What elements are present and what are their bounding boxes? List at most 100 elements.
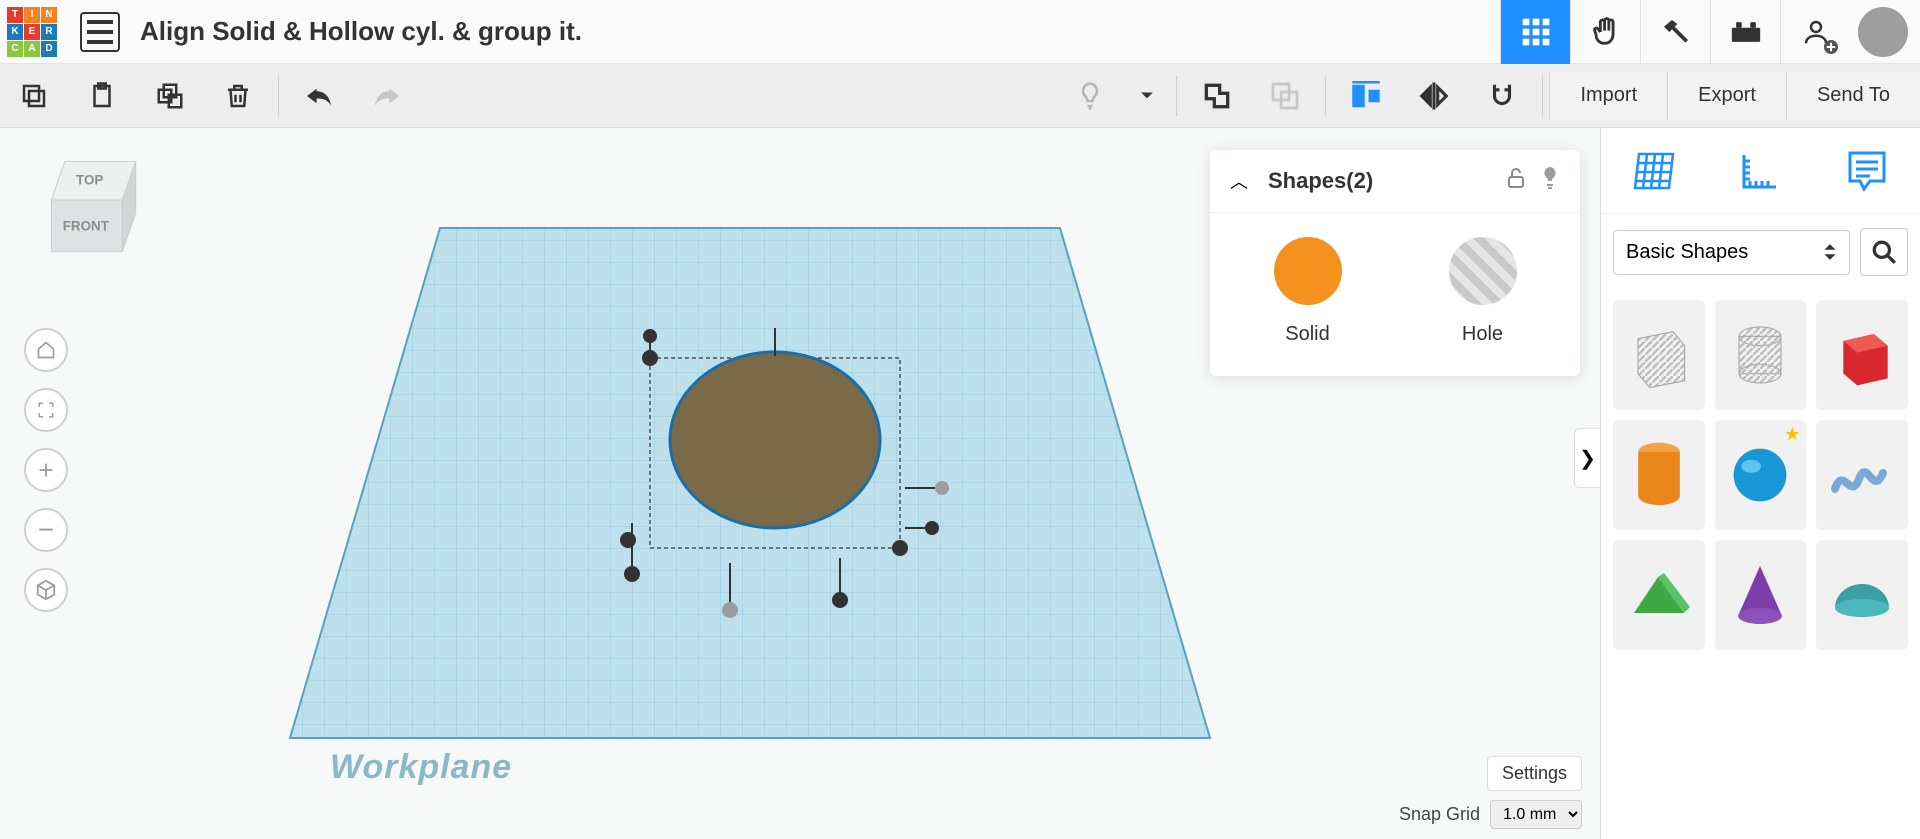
grid-icon — [1520, 16, 1552, 48]
shape-scribble[interactable] — [1816, 420, 1908, 530]
sidebar-tool-tabs — [1601, 128, 1920, 214]
workplane[interactable]: Workplane — [280, 218, 1220, 758]
align-icon — [1352, 81, 1380, 111]
snap-grid-label: Snap Grid — [1399, 804, 1480, 825]
ungroup-button[interactable] — [1257, 68, 1313, 124]
shape-cylinder[interactable] — [1613, 420, 1705, 530]
gestures-button[interactable] — [1570, 0, 1640, 64]
snap-grid-select[interactable]: 1.0 mm — [1490, 800, 1582, 829]
zoom-in-button[interactable]: + — [24, 448, 68, 492]
copy-button[interactable] — [6, 68, 62, 124]
notes-tool-button[interactable] — [1837, 141, 1897, 201]
paste-icon — [87, 81, 117, 111]
star-icon: ★ — [1784, 424, 1800, 445]
view-cube[interactable]: TOP FRONT — [36, 152, 151, 267]
align-button[interactable] — [1338, 68, 1394, 124]
blocks-mode-button[interactable] — [1500, 0, 1570, 64]
redo-button[interactable] — [359, 68, 415, 124]
app-header: TIN KER CAD Align Solid & Hollow cyl. & … — [0, 0, 1920, 64]
bulb-icon — [1077, 81, 1103, 111]
canvas-area[interactable]: TOP FRONT + − — [0, 128, 1920, 839]
mirror-icon — [1418, 81, 1450, 111]
shape-category-label: Basic Shapes — [1626, 241, 1748, 264]
workplane-label: Workplane — [330, 748, 512, 787]
shape-box[interactable] — [1816, 300, 1908, 410]
duplicate-button[interactable] — [142, 68, 198, 124]
home-view-button[interactable] — [24, 328, 68, 372]
zoom-out-button[interactable]: − — [24, 508, 68, 552]
shape-search-button[interactable] — [1860, 228, 1908, 276]
user-avatar[interactable] — [1858, 7, 1908, 57]
snap-grid-control: Snap Grid 1.0 mm — [1399, 800, 1582, 829]
hole-swatch-icon — [1449, 237, 1517, 305]
pickaxe-icon — [1660, 16, 1692, 48]
hole-label: Hole — [1462, 323, 1503, 346]
solid-option[interactable]: Solid — [1274, 237, 1342, 346]
shape-half-sphere[interactable] — [1816, 540, 1908, 650]
ruler-icon — [1736, 147, 1784, 195]
tinkercad-logo[interactable]: TIN KER CAD — [0, 0, 64, 64]
shape-cylinder-hole[interactable] — [1715, 300, 1807, 410]
import-button[interactable]: Import — [1549, 72, 1667, 120]
redo-icon — [372, 84, 402, 108]
visibility-dropdown[interactable] — [1130, 68, 1164, 124]
magnet-icon — [1487, 81, 1517, 111]
undo-button[interactable] — [291, 68, 347, 124]
ortho-toggle-button[interactable] — [24, 568, 68, 612]
brick-icon — [1729, 18, 1763, 46]
ruler-tool-button[interactable] — [1730, 141, 1790, 201]
hole-option[interactable]: Hole — [1449, 237, 1517, 346]
paste-button[interactable] — [74, 68, 130, 124]
note-icon — [1844, 147, 1890, 195]
project-title[interactable]: Align Solid & Hollow cyl. & group it. — [140, 16, 582, 47]
updown-icon — [1823, 242, 1837, 262]
send-to-button[interactable]: Send To — [1786, 72, 1920, 120]
lego-export-button[interactable] — [1710, 0, 1780, 64]
bulb-toggle-icon[interactable] — [1540, 166, 1560, 196]
shape-box-hole[interactable] — [1613, 300, 1705, 410]
hand-icon — [1589, 15, 1623, 49]
export-button[interactable]: Export — [1667, 72, 1786, 120]
account-button[interactable] — [1780, 0, 1850, 64]
duplicate-icon — [155, 81, 185, 111]
group-icon — [1201, 80, 1233, 112]
unlock-icon[interactable] — [1506, 167, 1526, 195]
delete-button[interactable] — [210, 68, 266, 124]
sidebar-collapse-handle[interactable]: ❯ — [1574, 428, 1600, 488]
fit-icon — [37, 401, 55, 419]
undo-icon — [304, 84, 334, 108]
cube-outline-icon — [35, 579, 57, 601]
group-button[interactable] — [1189, 68, 1245, 124]
snap-button[interactable] — [1474, 68, 1530, 124]
fit-view-button[interactable] — [24, 388, 68, 432]
visibility-button[interactable] — [1062, 68, 1118, 124]
view-nav-buttons: + − — [24, 328, 68, 612]
shape-cone[interactable] — [1715, 540, 1807, 650]
main-toolbar: Import Export Send To — [0, 64, 1920, 128]
viewcube-top-label: TOP — [76, 173, 103, 188]
header-mode-buttons — [1500, 0, 1920, 64]
inspector-title: Shapes(2) — [1268, 168, 1492, 194]
plus-badge-icon — [1824, 40, 1838, 54]
shape-palette-grid: ★ — [1601, 290, 1920, 839]
search-icon — [1871, 239, 1897, 265]
solid-swatch-icon — [1274, 237, 1342, 305]
inspector-collapse-button[interactable]: ︿ — [1230, 168, 1248, 194]
ungroup-icon — [1269, 80, 1301, 112]
caret-down-icon — [1140, 91, 1154, 101]
workplane-tool-button[interactable] — [1624, 141, 1684, 201]
shape-sphere[interactable]: ★ — [1715, 420, 1807, 530]
my-designs-button[interactable] — [80, 12, 120, 52]
grid-settings-button[interactable]: Settings — [1487, 756, 1582, 791]
shape-roof[interactable] — [1613, 540, 1705, 650]
shapes-sidebar: Basic Shapes ★ — [1600, 128, 1920, 839]
shape-category-select[interactable]: Basic Shapes — [1613, 230, 1850, 275]
viewcube-front-label: FRONT — [63, 219, 110, 234]
trash-icon — [223, 81, 253, 111]
copy-icon — [19, 81, 49, 111]
workplane-tool-icon — [1629, 148, 1679, 194]
home-icon — [36, 340, 56, 360]
shape-inspector-panel: ︿ Shapes(2) Solid Hole — [1210, 150, 1580, 376]
minecraft-export-button[interactable] — [1640, 0, 1710, 64]
mirror-button[interactable] — [1406, 68, 1462, 124]
